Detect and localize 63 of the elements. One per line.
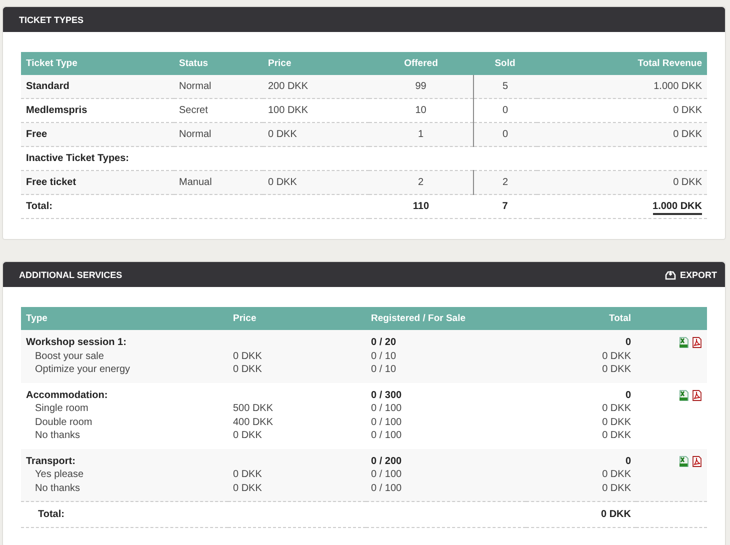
- column-header: Total Revenue: [537, 52, 707, 75]
- service-registered: 0 / 10: [366, 350, 526, 363]
- service-name: Boost your sale: [21, 350, 228, 363]
- group-name: Accommodation:: [25, 388, 109, 402]
- service-name: Double room: [34, 416, 94, 429]
- service-registered: 0 / 100: [370, 416, 403, 429]
- service-name: No thanks: [34, 429, 82, 442]
- group-name: Transport:: [21, 454, 228, 468]
- group-name: Workshop session 1:: [21, 336, 228, 350]
- service-price: 0 DKK: [228, 350, 366, 363]
- service-registered: 0 / 10: [366, 363, 526, 376]
- service-price: 400 DKK: [232, 416, 274, 429]
- excel-icon[interactable]: [679, 337, 689, 348]
- service-registered: 0 / 100: [366, 468, 526, 482]
- panel-title: ADDITIONAL SERVICES: [19, 270, 122, 280]
- group-registered: 0 / 300: [370, 388, 403, 402]
- pdf-icon[interactable]: [692, 456, 702, 467]
- service-total: 0 DKK: [526, 350, 636, 363]
- service-registered: 0 / 100: [370, 429, 403, 442]
- export-button[interactable]: EXPORT: [664, 270, 717, 280]
- service-total: 0 DKK: [601, 429, 632, 442]
- column-header: Price: [263, 52, 369, 75]
- total-label: Total:: [21, 502, 228, 528]
- total-offered: 110: [369, 194, 473, 218]
- group-total: 0: [624, 388, 632, 402]
- column-header: Status: [174, 52, 263, 75]
- excel-icon[interactable]: [679, 456, 689, 467]
- service-price: 500 DKK: [232, 402, 274, 416]
- service-name: Yes please: [21, 468, 228, 482]
- service-total: 0 DKK: [526, 482, 636, 495]
- column-header: Price: [228, 307, 366, 330]
- service-registered: 0 / 100: [370, 402, 403, 416]
- pdf-icon[interactable]: [692, 337, 702, 348]
- column-header: Total: [526, 307, 636, 330]
- column-header: Ticket Type: [21, 52, 174, 75]
- panel-title: TICKET TYPES: [19, 14, 84, 24]
- group-total: 0: [526, 336, 636, 350]
- service-name: No thanks: [21, 482, 228, 495]
- group-registered: 0 / 20: [366, 336, 526, 350]
- column-header: Sold: [473, 52, 537, 75]
- service-price: 0 DKK: [228, 468, 366, 482]
- service-total: 0 DKK: [526, 468, 636, 482]
- service-name: Single room: [34, 402, 90, 416]
- service-name: Optimize your energy: [21, 363, 228, 376]
- column-header: Registered / For Sale: [366, 307, 526, 330]
- service-price: 0 DKK: [228, 482, 366, 495]
- service-total: 0 DKK: [601, 416, 632, 429]
- service-registered: 0 / 100: [366, 482, 526, 495]
- column-header: Offered: [369, 52, 473, 75]
- total-sold: 7: [473, 194, 537, 218]
- pdf-icon[interactable]: [692, 390, 702, 401]
- service-total: 0 DKK: [526, 363, 636, 376]
- total-label: Total:: [21, 194, 174, 218]
- service-total: 0 DKK: [601, 402, 632, 416]
- group-total: 0: [526, 454, 636, 468]
- service-price: 0 DKK: [232, 429, 263, 442]
- excel-icon[interactable]: [679, 390, 689, 401]
- service-price: 0 DKK: [228, 363, 366, 376]
- group-registered: 0 / 200: [366, 454, 526, 468]
- total-revenue: 1.000 DKK: [652, 201, 702, 215]
- total-value: 0 DKK: [526, 502, 636, 528]
- column-header: Type: [21, 307, 228, 330]
- export-icon: [664, 270, 676, 280]
